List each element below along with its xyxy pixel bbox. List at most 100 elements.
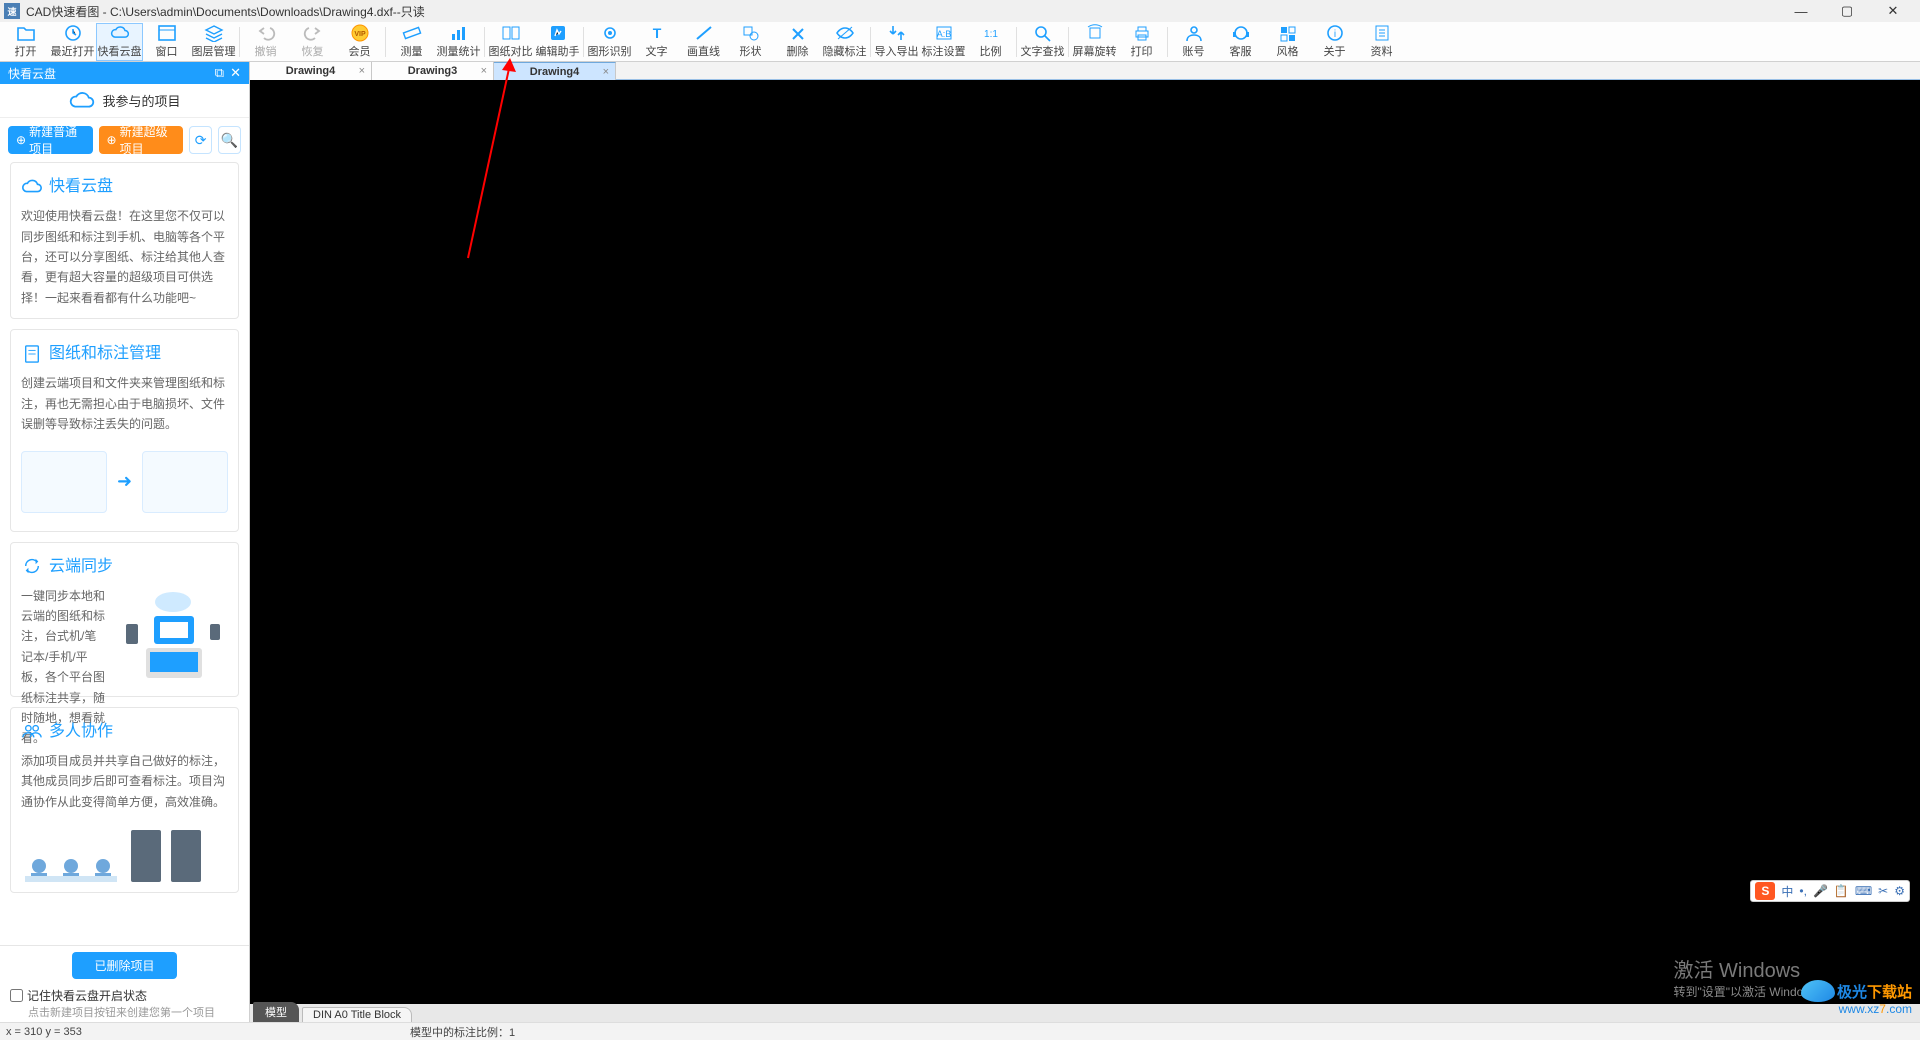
toolbar-measure-button[interactable]: 测量: [388, 23, 435, 61]
toolbar-label: 屏幕旋转: [1073, 43, 1117, 59]
ime-punct-icon[interactable]: •,: [1799, 884, 1807, 898]
my-projects-header: 我参与的项目: [0, 84, 249, 118]
document-tab[interactable]: Drawing4×: [494, 62, 616, 80]
vip-icon: VIP: [350, 24, 370, 42]
toolbar-recent-button[interactable]: 最近打开: [49, 23, 96, 61]
search-button[interactable]: 🔍: [218, 126, 241, 154]
toolbar-label: 编辑助手: [536, 43, 580, 59]
card-title-text: 图纸和标注管理: [49, 340, 161, 367]
cloud-icon: [110, 24, 130, 42]
toolbar-delete-button[interactable]: 删除: [774, 23, 821, 61]
toolbar-label: 快看云盘: [98, 43, 142, 59]
print-icon: [1132, 24, 1152, 42]
toolbar-docs-button[interactable]: 资料: [1358, 23, 1405, 61]
toolbar-mstats-button[interactable]: 测量统计: [435, 23, 482, 61]
toolbar-account-button[interactable]: 账号: [1170, 23, 1217, 61]
scale-icon: 1:1: [981, 24, 1001, 42]
redo-icon: [303, 24, 323, 42]
svg-text:A:B: A:B: [936, 29, 951, 39]
toolbar-scale-button[interactable]: 1:1比例: [967, 23, 1014, 61]
ime-settings-icon[interactable]: ⚙: [1894, 884, 1905, 898]
toolbar-label: 隐藏标注: [823, 43, 867, 59]
toolbar-undo-button: 撤销: [242, 23, 289, 61]
svg-text:1:1: 1:1: [984, 29, 998, 40]
ime-keyboard-icon[interactable]: ⌨: [1855, 884, 1872, 898]
layout-tab[interactable]: DIN A0 Title Block: [302, 1007, 412, 1022]
minimize-button[interactable]: —: [1778, 0, 1824, 22]
toolbar-window-button[interactable]: 窗口: [143, 23, 190, 61]
card-title-text: 快看云盘: [49, 173, 113, 200]
tab-close-icon[interactable]: ×: [359, 65, 365, 77]
toolbar-layer-button[interactable]: 图层管理: [190, 23, 237, 61]
ime-pad-icon[interactable]: 📋: [1834, 884, 1849, 898]
tab-close-icon[interactable]: ×: [603, 66, 609, 78]
ime-scissors-icon[interactable]: ✂: [1878, 884, 1888, 898]
toolbar-hide-button[interactable]: 隐藏标注: [821, 23, 868, 61]
toolbar-label: 窗口: [156, 43, 178, 59]
tab-close-icon[interactable]: ×: [481, 65, 487, 77]
wm-orange: 下载站: [1867, 984, 1912, 1001]
layer-icon: [204, 24, 224, 42]
panel-close-icon[interactable]: ✕: [230, 65, 241, 81]
toolbar-line-button[interactable]: 画直线: [680, 23, 727, 61]
toolbar-label: 测量: [401, 43, 423, 59]
model-tab[interactable]: 模型: [253, 1002, 299, 1022]
toolbar-support-button[interactable]: 客服: [1217, 23, 1264, 61]
main-toolbar: 打开最近打开快看云盘窗口图层管理撤销恢复 VIP 会员 测量测量统计图纸对比编辑助手图…: [0, 22, 1920, 62]
document-tab[interactable]: Drawing4×: [250, 62, 372, 80]
svg-text:T: T: [652, 25, 661, 41]
activate-title: 激活 Windows: [1673, 954, 1830, 983]
toolbar-about-button[interactable]: i关于: [1311, 23, 1358, 61]
document-tabs: Drawing4×Drawing3×Drawing4×: [250, 62, 1920, 80]
new-normal-project-button[interactable]: ⊕ 新建普通项目: [8, 126, 93, 154]
toolbar-label: 风格: [1277, 43, 1299, 59]
toolbar-vip-button[interactable]: VIP 会员: [336, 23, 383, 61]
toolbar-shape-button[interactable]: 形状: [727, 23, 774, 61]
open-icon: [16, 24, 36, 42]
drawing-canvas[interactable]: [250, 80, 1920, 1004]
cloud-icon: [21, 178, 43, 196]
toolbar-label: 会员: [349, 43, 371, 59]
toolbar-markset-button[interactable]: A:B标注设置: [920, 23, 967, 61]
card-intro: 快看云盘 欢迎使用快看云盘！在这里您不仅可以同步图纸和标注到手机、电脑等各个平台…: [10, 162, 239, 319]
toolbar-edit-helper-button[interactable]: 编辑助手: [534, 23, 581, 61]
svg-text:VIP: VIP: [354, 31, 366, 38]
toolbar-label: 形状: [740, 43, 762, 59]
panel-pin-icon[interactable]: ⧉: [215, 65, 224, 81]
new-super-project-button[interactable]: ⊕ 新建超级项目: [99, 126, 184, 154]
toolbar-label: 资料: [1371, 43, 1393, 59]
toolbar-label: 导入导出: [875, 43, 919, 59]
card-illustration: ➜: [21, 443, 228, 521]
card-body: 欢迎使用快看云盘！在这里您不仅可以同步图纸和标注到手机、电脑等各个平台，还可以分…: [21, 206, 228, 308]
sogou-icon[interactable]: S: [1755, 882, 1775, 900]
toolbar-cloud-button[interactable]: 快看云盘: [96, 23, 143, 61]
cloud-panel-header: 快看云盘 ⧉ ✕: [0, 62, 249, 84]
toolbar-rotate-button[interactable]: 屏幕旋转: [1071, 23, 1118, 61]
rotate-icon: [1085, 24, 1105, 42]
toolbar-impexp-button[interactable]: 导入导出: [873, 23, 920, 61]
toolbar-text-button[interactable]: T文字: [633, 23, 680, 61]
style-icon: [1278, 24, 1298, 42]
deleted-projects-button[interactable]: 已删除项目: [72, 952, 176, 979]
remember-state-checkbox[interactable]: 记住快看云盘开启状态: [10, 987, 239, 1004]
toolbar-findtext-button[interactable]: 文字查找: [1019, 23, 1066, 61]
toolbar-label: 删除: [787, 43, 809, 59]
recog-icon: [600, 24, 620, 42]
refresh-button[interactable]: ⟳: [189, 126, 212, 154]
ime-mic-icon[interactable]: 🎤: [1813, 884, 1828, 898]
toolbar-open-button[interactable]: 打开: [2, 23, 49, 61]
annotation-arrow: [460, 58, 520, 278]
toolbar-print-button[interactable]: 打印: [1118, 23, 1165, 61]
toolbar-compare-button[interactable]: 图纸对比: [487, 23, 534, 61]
toolbar-style-button[interactable]: 风格: [1264, 23, 1311, 61]
toolbar-redo-button: 恢复: [289, 23, 336, 61]
ime-lang[interactable]: 中: [1781, 883, 1793, 900]
close-button[interactable]: ✕: [1870, 0, 1916, 22]
ime-toolbar[interactable]: S 中 •, 🎤 📋 ⌨ ✂ ⚙: [1750, 880, 1910, 902]
remember-checkbox-input[interactable]: [10, 989, 23, 1002]
wm-blue: 极光: [1837, 984, 1867, 1001]
svg-text:i: i: [1333, 29, 1335, 40]
document-tab[interactable]: Drawing3×: [372, 62, 494, 80]
maximize-button[interactable]: ▢: [1824, 0, 1870, 22]
toolbar-recog-button[interactable]: 图形识别: [586, 23, 633, 61]
